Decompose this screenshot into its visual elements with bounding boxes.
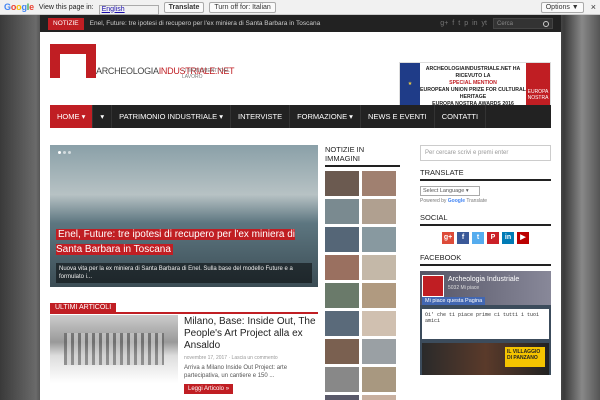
site-header: ARCHEOLOGIAINDUSTRIALE.NET • I MONUMENTI…: [40, 32, 561, 112]
view-page-label: View this page in:: [38, 3, 94, 11]
site-motto: • I MONUMENTI DEL LAVORO: [182, 68, 230, 80]
twitter-icon[interactable]: t: [458, 20, 460, 27]
image-thumbnail[interactable]: [325, 367, 359, 392]
nav-interviste[interactable]: INTERVISTE: [231, 105, 291, 128]
powered-by: Powered by Google Translate: [420, 198, 488, 204]
image-thumbnail[interactable]: [362, 339, 396, 364]
fb-post-text: Oi' che ti piace prime ci tutti i tuoi a…: [422, 309, 549, 339]
translate-button[interactable]: Translate: [163, 1, 205, 13]
nav-formazione[interactable]: FORMAZIONE ▾: [290, 105, 361, 128]
social-button[interactable]: P: [487, 232, 499, 244]
fb-likes-count: 5032 Mi piace: [448, 285, 480, 291]
article-title[interactable]: Milano, Base: Inside Out, The People's A…: [184, 316, 318, 352]
europa-nostra-logo: EUROPA NOSTRA: [526, 63, 550, 111]
image-thumbnail[interactable]: [325, 199, 359, 224]
image-thumbnail[interactable]: [325, 283, 359, 308]
sidebar-search-input[interactable]: Per cercare scrivi e premi enter: [420, 145, 551, 161]
fb-photo-label: IL VILLAGGIO DI PANZANO: [505, 347, 545, 367]
image-thumbnail[interactable]: [362, 255, 396, 280]
language-select[interactable]: English: [98, 4, 159, 15]
nav-patrimonio[interactable]: PATRIMONIO INDUSTRIALE ▾: [112, 105, 232, 128]
fb-like-button[interactable]: Mi piace questa Pagina: [422, 297, 486, 305]
fb-post-photo[interactable]: IL VILLAGGIO DI PANZANO: [422, 343, 549, 375]
google-logo: Google: [4, 2, 34, 12]
close-icon[interactable]: ×: [591, 2, 596, 12]
fb-page-name[interactable]: Archeologia Industriale: [448, 276, 519, 283]
nav-dropdown[interactable]: ▾: [93, 105, 113, 128]
image-thumbnail[interactable]: [362, 199, 396, 224]
social-button[interactable]: t: [472, 232, 484, 244]
article-item: Milano, Base: Inside Out, The People's A…: [50, 315, 318, 394]
article-thumbnail[interactable]: [50, 315, 178, 383]
image-thumbnail[interactable]: [325, 339, 359, 364]
article-date: novembre 17, 2017: [184, 355, 228, 361]
social-button[interactable]: ▶: [517, 232, 529, 244]
image-thumbnail[interactable]: [325, 395, 359, 400]
image-thumbnail[interactable]: [325, 227, 359, 252]
options-button[interactable]: Options ▼: [540, 1, 584, 13]
nav-contatti[interactable]: CONTATTI: [435, 105, 487, 128]
social-buttons: g+ f t Pin ▶: [420, 232, 551, 244]
featured-slider[interactable]: Enel, Future: tre ipotesi di recupero pe…: [50, 145, 318, 287]
nav-news-eventi[interactable]: NEWS E EVENTI: [361, 105, 435, 128]
read-more-button[interactable]: Leggi Articolo »: [184, 384, 234, 394]
article-excerpt: Arriva a Milano Inside Out Project: arte…: [184, 365, 288, 379]
news-tag: NOTIZIE: [48, 17, 84, 30]
image-grid: [325, 171, 400, 400]
youtube-icon[interactable]: yt: [482, 20, 487, 27]
latest-articles: ULTIMI ARTICOLI Milano, Base: Inside Out…: [50, 303, 318, 394]
page-container: NOTIZIE Enel, Future: tre ipotesi di rec…: [40, 15, 561, 400]
image-thumbnail[interactable]: [325, 311, 359, 336]
main-nav: HOME ▾ ▾ PATRIMONIO INDUSTRIALE ▾ INTERV…: [50, 105, 551, 128]
slide-title[interactable]: Enel, Future: tre ipotesi di recupero pe…: [56, 229, 296, 255]
top-search-input[interactable]: Cerca: [493, 18, 553, 29]
linkedin-icon[interactable]: in: [472, 20, 477, 27]
facebook-title: FACEBOOK: [420, 253, 551, 266]
google-translate-bar: Google View this page in: English Transl…: [0, 0, 600, 15]
facebook-widget: Archeologia Industriale 5032 Mi piace Mi…: [420, 271, 551, 375]
site-logo[interactable]: ARCHEOLOGIAINDUSTRIALE.NET • I MONUMENTI…: [50, 44, 250, 104]
fb-page-avatar[interactable]: [422, 275, 444, 297]
image-thumbnail[interactable]: [362, 367, 396, 392]
social-button[interactable]: f: [457, 232, 469, 244]
google-plus-icon[interactable]: g+: [440, 20, 448, 27]
image-thumbnail[interactable]: [362, 395, 396, 400]
slide-excerpt: Nuova vita per la ex miniera di Santa Ba…: [56, 263, 312, 283]
sidebar: Per cercare scrivi e premi enter TRANSLA…: [420, 145, 551, 375]
social-button[interactable]: in: [502, 232, 514, 244]
turn-off-button[interactable]: Turn off for: Italian: [209, 1, 276, 13]
article-comments[interactable]: Lascia un commento: [232, 355, 278, 361]
news-ticker[interactable]: Enel, Future: tre ipotesi di recupero pe…: [90, 20, 321, 27]
images-section-title: NOTIZIE IN IMMAGINI: [325, 145, 400, 167]
social-title: SOCIAL: [420, 213, 551, 226]
nav-home[interactable]: HOME ▾: [50, 105, 94, 128]
images-section: NOTIZIE IN IMMAGINI: [325, 145, 400, 400]
latest-title: ULTIMI ARTICOLI: [50, 303, 117, 312]
image-thumbnail[interactable]: [362, 171, 396, 196]
facebook-icon[interactable]: f: [452, 20, 454, 27]
image-thumbnail[interactable]: [325, 171, 359, 196]
language-dropdown[interactable]: Select Language ▾: [420, 186, 480, 196]
eu-flag-icon: ★: [400, 63, 420, 111]
pinterest-icon[interactable]: p: [464, 20, 468, 27]
social-button[interactable]: g+: [442, 232, 454, 244]
image-thumbnail[interactable]: [362, 283, 396, 308]
slider-dots[interactable]: [58, 151, 71, 154]
top-social-icons: g+ f t p in yt: [440, 20, 487, 27]
image-thumbnail[interactable]: [325, 255, 359, 280]
image-thumbnail[interactable]: [362, 311, 396, 336]
top-bar: NOTIZIE Enel, Future: tre ipotesi di rec…: [40, 15, 561, 32]
image-thumbnail[interactable]: [362, 227, 396, 252]
logo-mark: [50, 44, 96, 78]
translate-title: TRANSLATE: [420, 168, 551, 181]
